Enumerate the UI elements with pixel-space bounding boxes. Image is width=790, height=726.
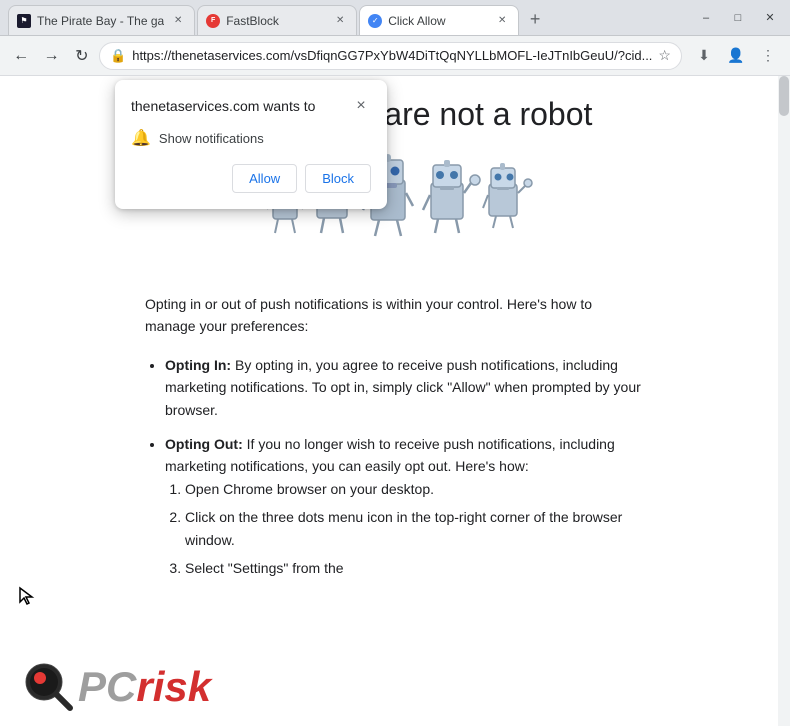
reload-button[interactable]: ↻ bbox=[69, 42, 95, 70]
nav-bar: ← → ↻ 🔒 https://thenetaservices.com/vsDf… bbox=[0, 36, 790, 76]
menu-button[interactable]: ⋮ bbox=[754, 42, 782, 70]
content-list: Opting In: By opting in, you agree to re… bbox=[145, 354, 645, 580]
page-content: thenetaservices.com wants to × 🔔 Show no… bbox=[0, 76, 790, 726]
download-button[interactable]: ⬇ bbox=[690, 42, 718, 70]
popup-header: thenetaservices.com wants to × bbox=[131, 96, 371, 116]
piratebay-favicon-icon: ⚑ bbox=[17, 14, 31, 28]
popup-close-button[interactable]: × bbox=[351, 96, 371, 116]
page-body: thenetaservices.com wants to × 🔔 Show no… bbox=[0, 76, 790, 726]
opting-out-item: Opting Out: If you no longer wish to rec… bbox=[165, 433, 645, 579]
opting-out-label: Opting Out: bbox=[165, 436, 243, 452]
popup-buttons: Allow Block bbox=[131, 164, 371, 193]
popup-permission-text: Show notifications bbox=[159, 131, 264, 146]
intro-paragraph: Opting in or out of push notifications i… bbox=[145, 293, 645, 338]
step-1: Open Chrome browser on your desktop. bbox=[185, 478, 645, 500]
block-button[interactable]: Block bbox=[305, 164, 371, 193]
bookmark-star-icon[interactable]: ☆ bbox=[658, 47, 671, 64]
title-bar: ⚑ The Pirate Bay - The ga ✕ F FastBlock … bbox=[0, 0, 790, 36]
tab-fastblock-close[interactable]: ✕ bbox=[332, 13, 348, 29]
account-button[interactable]: 👤 bbox=[722, 42, 750, 70]
step-2: Click on the three dots menu icon in the… bbox=[185, 506, 645, 551]
tab-clickallow-close[interactable]: ✕ bbox=[494, 13, 510, 29]
pcrisk-pc-text: PC bbox=[78, 663, 136, 710]
pcrisk-risk-text: risk bbox=[136, 663, 211, 710]
tab-fastblock[interactable]: F FastBlock ✕ bbox=[197, 5, 357, 35]
close-window-button[interactable]: ✕ bbox=[758, 9, 782, 27]
tab-clickallow-title: Click Allow bbox=[388, 14, 488, 28]
pcrisk-icon bbox=[20, 658, 78, 716]
address-bar[interactable]: 🔒 https://thenetaservices.com/vsDfiqnGG7… bbox=[99, 42, 682, 70]
address-text: https://thenetaservices.com/vsDfiqnGG7Px… bbox=[132, 48, 652, 63]
tab-fastblock-title: FastBlock bbox=[226, 14, 326, 28]
clickallow-favicon-icon: ✓ bbox=[368, 14, 382, 28]
scrollbar[interactable] bbox=[778, 76, 790, 726]
tab-piratebay-close[interactable]: ✕ bbox=[170, 13, 186, 29]
content-text: Opting in or out of push notifications i… bbox=[145, 293, 645, 579]
bell-icon: 🔔 bbox=[131, 128, 151, 148]
steps-list: Open Chrome browser on your desktop. Cli… bbox=[165, 478, 645, 580]
tab-clickallow[interactable]: ✓ Click Allow ✕ bbox=[359, 5, 519, 35]
opting-in-label: Opting In: bbox=[165, 357, 231, 373]
opting-in-item: Opting In: By opting in, you agree to re… bbox=[165, 354, 645, 421]
tab-area: ⚑ The Pirate Bay - The ga ✕ F FastBlock … bbox=[8, 0, 682, 35]
popup-permission-row: 🔔 Show notifications bbox=[131, 128, 371, 148]
tab-piratebay-title: The Pirate Bay - The ga bbox=[37, 14, 164, 28]
step-3: Select "Settings" from the bbox=[185, 557, 645, 579]
popup-title: thenetaservices.com wants to bbox=[131, 98, 315, 114]
minimize-button[interactable]: – bbox=[694, 9, 718, 27]
allow-button[interactable]: Allow bbox=[232, 164, 297, 193]
opting-in-text: By opting in, you agree to receive push … bbox=[165, 357, 641, 418]
pcrisk-brand-text: PCrisk bbox=[78, 666, 211, 708]
forward-button[interactable]: → bbox=[38, 42, 64, 70]
new-tab-button[interactable]: + bbox=[521, 5, 549, 33]
tab-piratebay[interactable]: ⚑ The Pirate Bay - The ga ✕ bbox=[8, 5, 195, 35]
fastblock-favicon-icon: F bbox=[206, 14, 220, 28]
toolbar-icons: ⬇ 👤 ⋮ bbox=[690, 42, 782, 70]
browser-frame: ⚑ The Pirate Bay - The ga ✕ F FastBlock … bbox=[0, 0, 790, 726]
window-controls: – □ ✕ bbox=[694, 9, 782, 27]
scrollbar-thumb[interactable] bbox=[779, 76, 789, 116]
maximize-button[interactable]: □ bbox=[726, 9, 750, 27]
back-button[interactable]: ← bbox=[8, 42, 34, 70]
pcrisk-logo: PCrisk bbox=[0, 648, 231, 726]
notification-popup: thenetaservices.com wants to × 🔔 Show no… bbox=[115, 80, 387, 209]
lock-icon: 🔒 bbox=[110, 48, 126, 64]
